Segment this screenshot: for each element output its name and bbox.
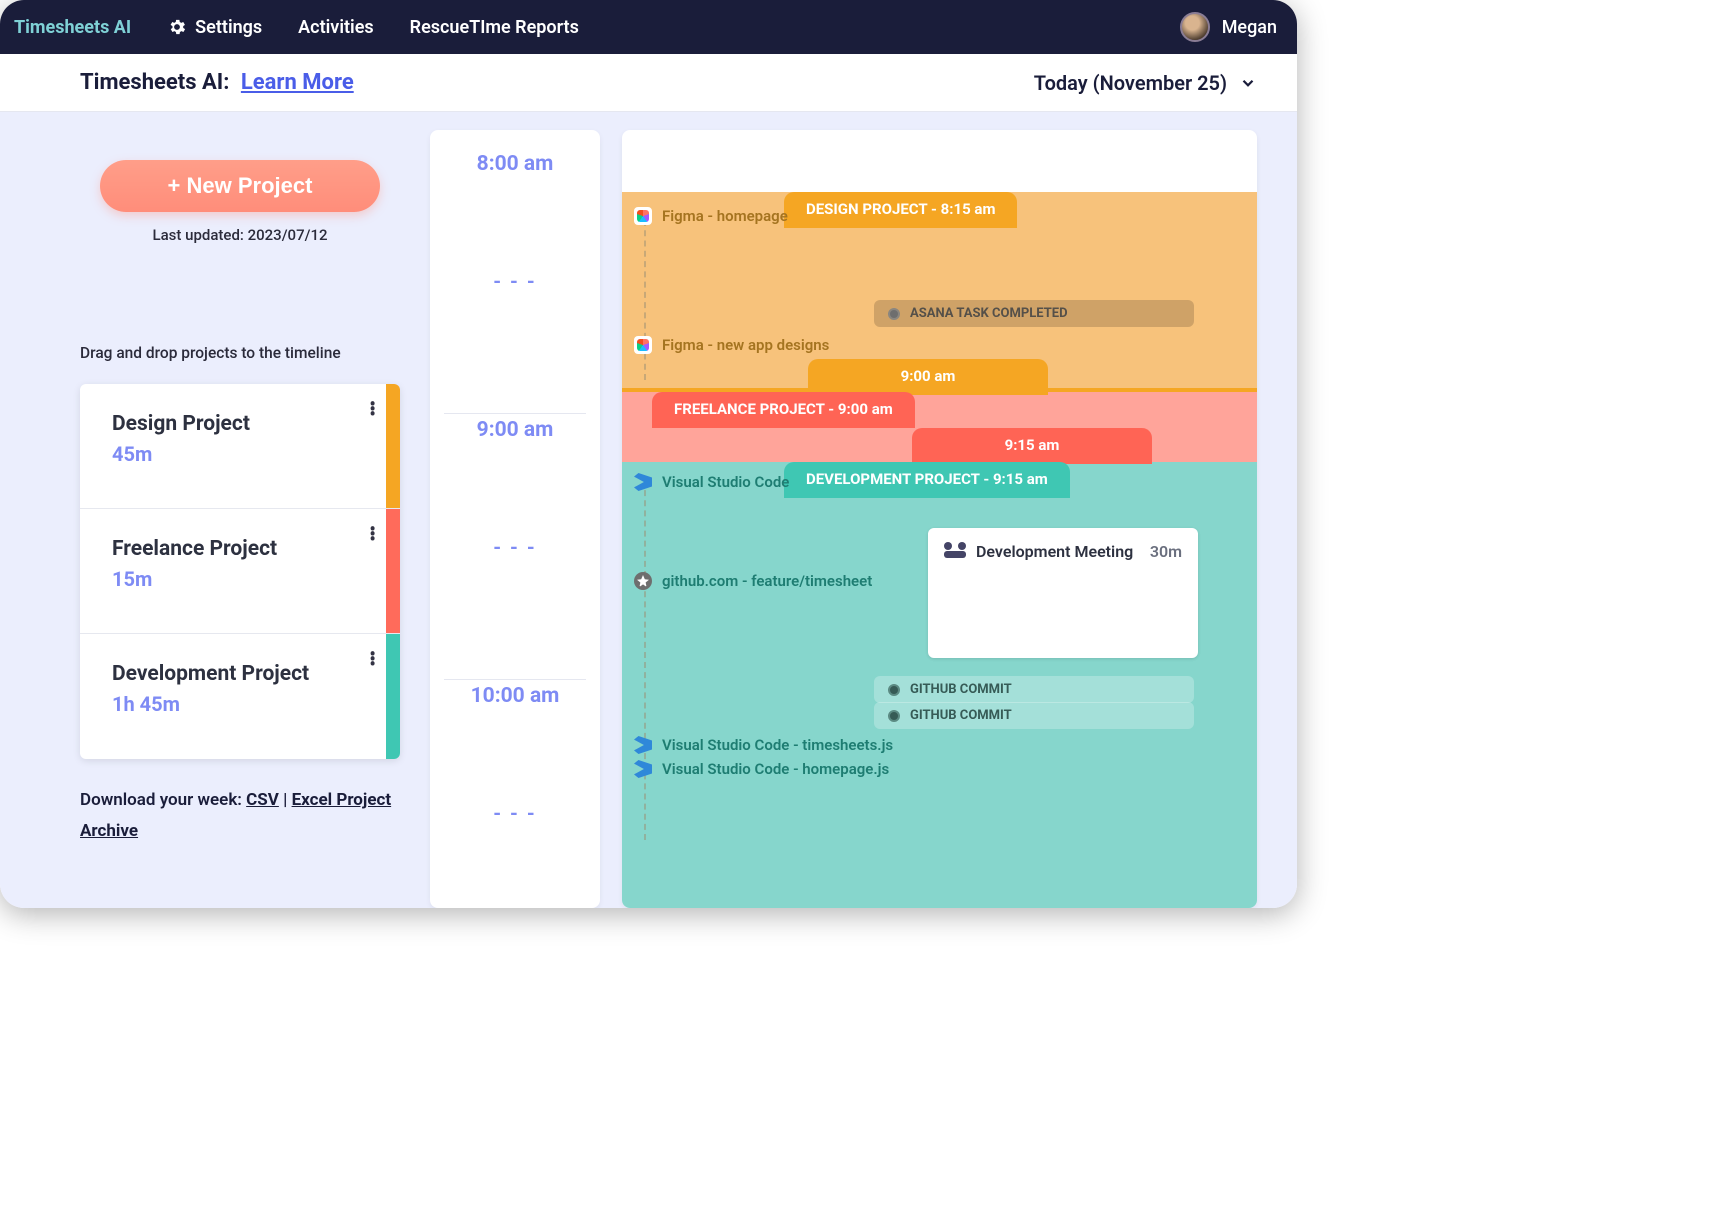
download-sep: |: [279, 790, 292, 810]
people-icon: [944, 542, 966, 558]
hour-label: 10:00 am: [430, 680, 600, 708]
more-icon[interactable]: •••: [369, 527, 376, 542]
vscode-icon: [634, 760, 652, 778]
username[interactable]: Megan: [1222, 17, 1277, 38]
activity-vscode[interactable]: Visual Studio Code: [634, 473, 789, 491]
activity-label: Visual Studio Code - timesheets.js: [662, 736, 893, 754]
time-tab-915[interactable]: 9:15 am: [912, 428, 1152, 464]
project-card-freelance[interactable]: Freelance Project 15m •••: [80, 509, 400, 634]
page-title-text: Timesheets AI:: [80, 70, 229, 95]
date-label: Today (November 25): [1034, 71, 1227, 95]
nav-activities[interactable]: Activities: [298, 17, 373, 38]
activity-label: Figma - new app designs: [662, 336, 829, 354]
drag-hint: Drag and drop projects to the timeline: [80, 344, 400, 362]
meeting-card[interactable]: Development Meeting 30m: [928, 528, 1198, 658]
activity-github-feature[interactable]: github.com - feature/timesheet: [634, 572, 872, 590]
activity-label: Visual Studio Code: [662, 473, 789, 491]
asana-completed-pill[interactable]: ASANA TASK COMPLETED: [874, 300, 1194, 327]
activity-vscode-timesheets[interactable]: Visual Studio Code - timesheets.js: [634, 736, 893, 754]
brand-logo[interactable]: Timesheets AI: [14, 17, 131, 38]
dev-project-tab[interactable]: DEVELOPMENT PROJECT - 9:15 am: [784, 462, 1070, 498]
design-project-tab[interactable]: DESIGN PROJECT - 8:15 am: [784, 192, 1017, 228]
hour-label: 9:00 am: [430, 414, 600, 442]
project-stripe: [386, 384, 400, 508]
hour-mid: - - -: [430, 801, 600, 825]
activity-label: Visual Studio Code - homepage.js: [662, 760, 889, 778]
subheader: Timesheets AI: Learn More Today (Novembe…: [0, 54, 1297, 112]
more-icon[interactable]: •••: [369, 402, 376, 417]
github-icon: [888, 710, 900, 722]
vscode-icon: [634, 473, 652, 491]
more-icon[interactable]: •••: [369, 652, 376, 667]
nav-settings[interactable]: Settings: [167, 17, 262, 38]
last-updated: Last updated: 2023/07/12: [80, 226, 400, 244]
learn-more-link[interactable]: Learn More: [241, 70, 354, 95]
activity-vscode-homepage[interactable]: Visual Studio Code - homepage.js: [634, 760, 889, 778]
avatar[interactable]: [1180, 12, 1210, 42]
dash-line: [644, 480, 646, 840]
sidebar: + New Project Last updated: 2023/07/12 D…: [0, 130, 430, 908]
activity-figma-homepage[interactable]: Figma - homepage: [634, 207, 788, 225]
pill-label: ASANA TASK COMPLETED: [910, 306, 1068, 321]
main-body: + New Project Last updated: 2023/07/12 D…: [0, 112, 1297, 908]
hour-label: 8:00 am: [430, 148, 600, 176]
meeting-duration: 30m: [1150, 542, 1182, 561]
project-name: Development Project: [112, 662, 386, 686]
timeline[interactable]: DESIGN PROJECT - 8:15 am Figma - homepag…: [622, 130, 1257, 908]
freelance-project-tab[interactable]: FREELANCE PROJECT - 9:00 am: [652, 392, 915, 428]
figma-icon: [634, 207, 652, 225]
activity-label: github.com - feature/timesheet: [662, 572, 872, 590]
download-prefix: Download your week:: [80, 790, 246, 810]
new-project-button[interactable]: + New Project: [100, 160, 380, 212]
hour-block-8: 8:00 am - - -: [430, 148, 600, 414]
meeting-title: Development Meeting: [976, 542, 1133, 561]
activity-figma-app[interactable]: Figma - new app designs: [634, 336, 829, 354]
project-card-design[interactable]: Design Project 45m •••: [80, 384, 400, 509]
project-stripe: [386, 509, 400, 633]
gear-icon: [167, 17, 187, 37]
time-gutter: 8:00 am - - - 9:00 am - - - 10:00 am - -…: [430, 130, 600, 908]
figma-icon: [634, 336, 652, 354]
page-title: Timesheets AI: Learn More: [80, 70, 354, 95]
nav-reports[interactable]: RescueTIme Reports: [410, 17, 579, 38]
activity-label: Figma - homepage: [662, 207, 788, 225]
nav-settings-label: Settings: [195, 17, 262, 38]
project-card-dev[interactable]: Development Project 1h 45m •••: [80, 634, 400, 759]
download-row: Download your week: CSV | Excel Project …: [80, 785, 400, 846]
project-list: Design Project 45m ••• Freelance Project…: [80, 384, 400, 759]
date-picker[interactable]: Today (November 25): [1034, 71, 1257, 95]
dash-line: [644, 220, 646, 380]
pill-label: GITHUB COMMIT: [910, 682, 1012, 697]
vscode-icon: [634, 736, 652, 754]
github-icon: [634, 572, 652, 590]
github-icon: [888, 684, 900, 696]
hour-block-10: 10:00 am - - -: [430, 680, 600, 908]
nav-reports-label: RescueTIme Reports: [410, 17, 579, 38]
github-commit-pill-1[interactable]: GITHUB COMMIT: [874, 676, 1194, 703]
top-nav: Timesheets AI Settings Activities Rescue…: [0, 0, 1297, 54]
asana-icon: [888, 308, 900, 320]
hour-block-9: 9:00 am - - -: [430, 414, 600, 680]
download-csv-link[interactable]: CSV: [246, 790, 279, 810]
hour-mid: - - -: [430, 269, 600, 293]
project-name: Freelance Project: [112, 537, 386, 561]
nav-activities-label: Activities: [298, 17, 373, 38]
pill-label: GITHUB COMMIT: [910, 708, 1012, 723]
hour-mid: - - -: [430, 535, 600, 559]
project-time: 1h 45m: [112, 692, 386, 716]
project-time: 45m: [112, 442, 386, 466]
github-commit-pill-2[interactable]: GITHUB COMMIT: [874, 702, 1194, 729]
project-time: 15m: [112, 567, 386, 591]
time-tab-9[interactable]: 9:00 am: [808, 359, 1048, 395]
project-stripe: [386, 634, 400, 759]
chevron-down-icon: [1239, 74, 1257, 92]
project-name: Design Project: [112, 412, 386, 436]
